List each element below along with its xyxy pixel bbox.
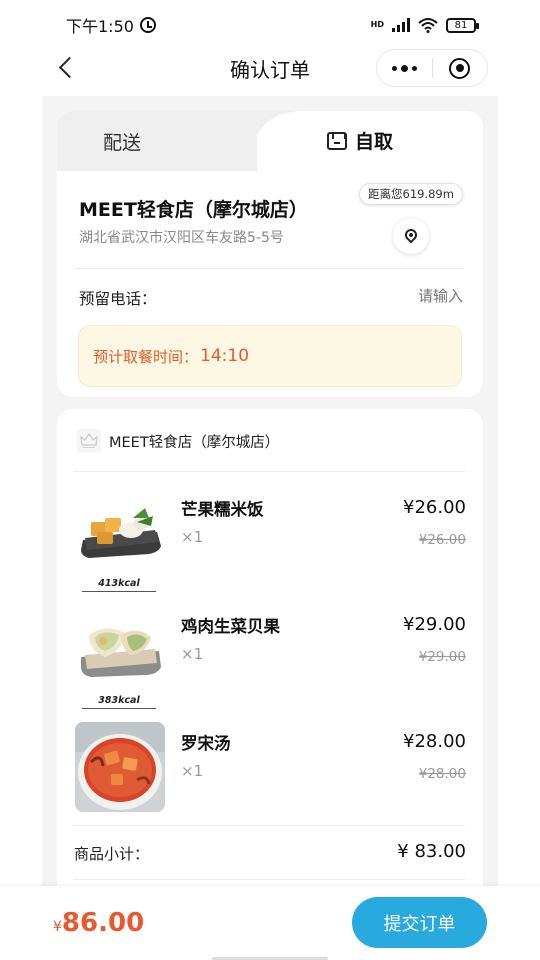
crown-icon	[80, 433, 98, 448]
item-kcal-label: 383kcal	[82, 695, 156, 709]
divider	[73, 825, 465, 826]
order-item: 413kcal 芒果糯米饭 ×1 ¥26.00 ¥26.00	[57, 488, 483, 598]
item-original-price: ¥29.00	[418, 649, 466, 665]
tab-curve-shape	[195, 111, 305, 171]
status-time-group: 下午1:50	[66, 13, 156, 37]
item-quantity: ×1	[181, 762, 204, 780]
item-price: ¥26.00	[403, 497, 466, 518]
submit-order-button[interactable]: 提交订单	[352, 897, 487, 948]
mini-program-capsule	[376, 49, 488, 87]
subtotal-value: ¥ 83.00	[397, 841, 466, 862]
order-items-card: MEET轻食店（摩尔城店） 413kcal 芒果糯米饭 ×1 ¥26.00 ¥2…	[57, 409, 483, 899]
shop-name: MEET轻食店（摩尔城店）	[109, 434, 280, 451]
close-mini-program-button[interactable]	[432, 50, 487, 86]
item-price: ¥29.00	[403, 614, 466, 635]
subtotal-label: 商品小计：	[74, 845, 150, 863]
total-price: ¥ 86.00	[53, 908, 144, 938]
fulfillment-card: 配送 自取 MEET轻食店（摩尔城店） 湖北省武汉市汉阳区车友路5-5号 距离您…	[57, 111, 483, 397]
item-name: 鸡肉生菜贝果	[181, 617, 280, 636]
distance-badge: 距离您619.89m	[359, 183, 463, 205]
tab-delivery-label: 配送	[103, 131, 142, 154]
status-icons: HD 81	[370, 17, 479, 33]
total-amount: 86.00	[61, 908, 145, 938]
battery-level: 81	[454, 19, 468, 31]
store-name: MEET轻食店（摩尔城店）	[79, 199, 308, 221]
nav-bar: 确认订单	[0, 44, 540, 92]
signal-icon	[392, 18, 410, 32]
item-kcal-label: 413kcal	[82, 578, 156, 592]
target-icon	[449, 57, 471, 79]
item-quantity: ×1	[181, 645, 204, 663]
store-icon	[327, 131, 347, 150]
item-image-borscht	[75, 722, 165, 812]
item-original-price: ¥28.00	[418, 766, 466, 782]
currency-symbol: ¥	[53, 919, 62, 935]
location-pin-icon	[402, 226, 420, 244]
order-item: 罗宋汤 ×1 ¥28.00 ¥28.00	[57, 722, 483, 832]
wifi-icon	[418, 18, 438, 33]
shop-logo	[77, 429, 101, 453]
item-quantity: ×1	[181, 528, 204, 546]
phone-input[interactable]	[343, 287, 463, 305]
tab-pickup-label: 自取	[355, 131, 394, 153]
battery-icon: 81	[446, 17, 479, 33]
alarm-icon	[139, 17, 156, 33]
network-type: HD	[370, 20, 384, 29]
item-original-price: ¥26.00	[418, 532, 466, 548]
more-options-button[interactable]	[377, 50, 432, 86]
divider	[73, 471, 465, 472]
divider	[73, 879, 465, 880]
pickup-time-value: 14:10	[200, 346, 250, 366]
tab-pickup[interactable]: 自取	[327, 127, 393, 154]
location-button[interactable]	[393, 218, 429, 254]
order-item: 383kcal 鸡肉生菜贝果 ×1 ¥29.00 ¥29.00	[57, 605, 483, 715]
phone-label: 预留电话：	[79, 290, 157, 308]
status-bar: 下午1:50 HD 81	[0, 0, 540, 50]
pickup-time-label: 预计取餐时间：	[93, 347, 199, 366]
item-image-mango-rice	[75, 488, 165, 578]
item-image-chicken-bagel	[75, 605, 165, 695]
item-price: ¥28.00	[403, 731, 466, 752]
pickup-time-notice[interactable]: 预计取餐时间： 14:10	[78, 325, 462, 387]
checkout-bar: ¥ 86.00 提交订单	[0, 886, 540, 960]
item-name: 罗宋汤	[181, 734, 231, 753]
shop-header: MEET轻食店（摩尔城店）	[77, 429, 279, 453]
item-name: 芒果糯米饭	[181, 500, 264, 519]
divider	[75, 268, 463, 269]
fulfillment-tabs: 配送 自取	[57, 111, 483, 171]
store-address: 湖北省武汉市汉阳区车友路5-5号	[79, 230, 284, 246]
status-time: 下午1:50	[66, 17, 134, 36]
